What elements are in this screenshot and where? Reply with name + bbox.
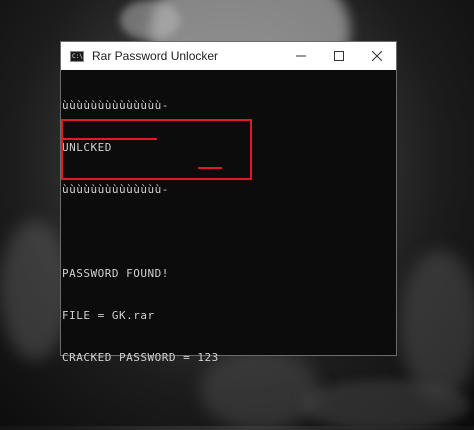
- background-photo-shadow: [400, 250, 474, 400]
- minimize-button[interactable]: [282, 42, 320, 70]
- console-app-icon[interactable]: C:\: [70, 50, 84, 62]
- password-value-underline: [198, 167, 222, 169]
- window-titlebar[interactable]: C:\ Rar Password Unlocker: [61, 42, 396, 70]
- console-line: CRACKED PASSWORD = 123: [62, 351, 219, 364]
- maximize-icon: [334, 51, 344, 61]
- result-highlight-box: [61, 119, 252, 180]
- background-photo-shadow: [300, 380, 470, 430]
- console-window[interactable]: C:\ Rar Password Unlocker ùùùùùùùùùùùùùù…: [60, 41, 397, 364]
- close-button[interactable]: [358, 42, 396, 70]
- console-line: PASSWORD FOUND!: [62, 267, 169, 280]
- console-line: ùùùùùùùùùùùùùù-: [62, 183, 169, 196]
- window-title: Rar Password Unlocker: [92, 49, 219, 63]
- window-controls: [282, 42, 396, 70]
- minimize-icon: [296, 51, 306, 61]
- console-app-icon-label: C:\: [72, 52, 83, 60]
- close-icon: [372, 51, 382, 61]
- console-line: ùùùùùùùùùùùùùù-: [62, 99, 169, 112]
- background-photo-highlight: [120, 0, 180, 40]
- console-line: FILE = GK.rar: [62, 309, 155, 322]
- password-found-underline: [61, 138, 157, 140]
- maximize-button[interactable]: [320, 42, 358, 70]
